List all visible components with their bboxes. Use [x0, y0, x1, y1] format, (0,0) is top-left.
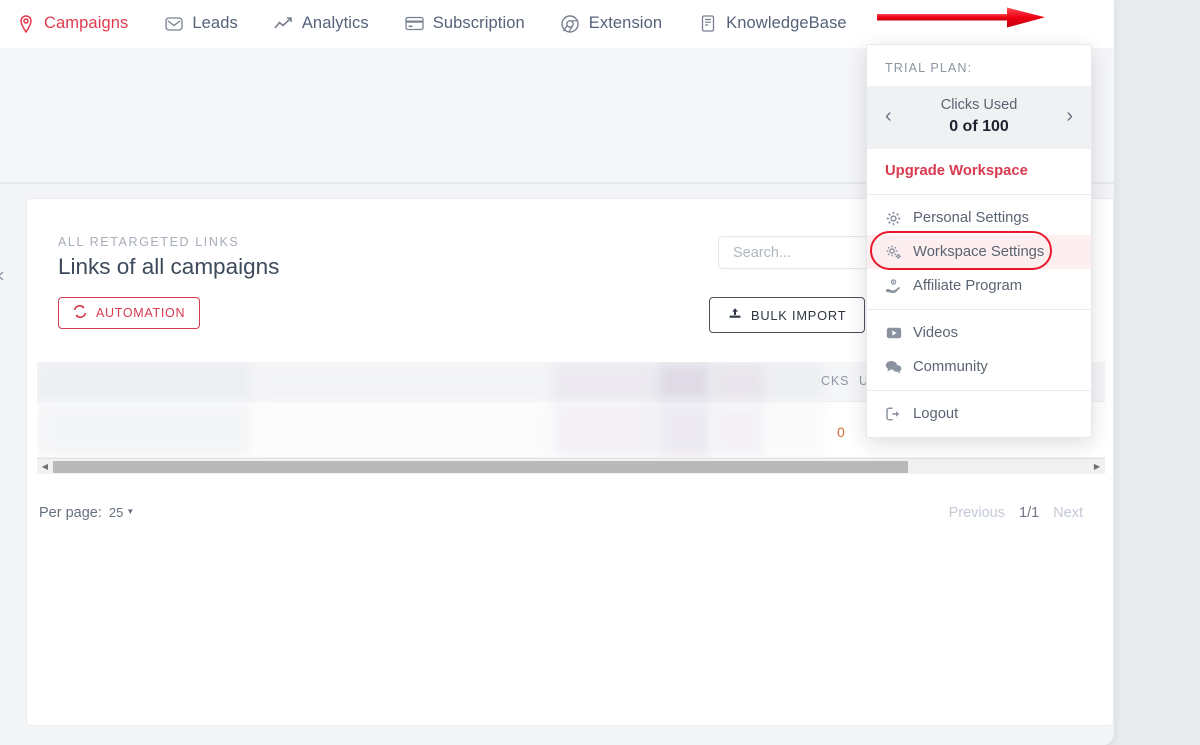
menu-label-logout: Logout [913, 406, 959, 422]
menu-label-personal-settings: Personal Settings [913, 210, 1029, 226]
menu-label-workspace-settings: Workspace Settings [913, 244, 1045, 260]
clicks-used-label: Clicks Used [940, 97, 1018, 113]
dropdown-group-resources: Videos Community [867, 310, 1091, 391]
stepper-next-icon[interactable]: › [1062, 106, 1077, 126]
redacted-block [552, 403, 657, 457]
rail-collapse-icon[interactable] [0, 268, 8, 281]
logout-icon [885, 407, 902, 421]
screen-root: Campaigns Leads Analytics Subscription E… [0, 0, 1200, 745]
hand-money-icon [885, 278, 902, 294]
video-icon [885, 327, 902, 339]
redacted-block [552, 362, 657, 402]
page-indicator: 1/1 [1019, 505, 1040, 521]
menu-item-workspace-settings[interactable]: Workspace Settings [867, 235, 1091, 269]
app-window: Campaigns Leads Analytics Subscription E… [0, 0, 1114, 745]
nav-label-extension: Extension [588, 14, 663, 32]
nav-label-subscription: Subscription [432, 14, 525, 32]
scroll-right-icon[interactable]: ▶ [1089, 462, 1105, 471]
nav-label-campaigns: Campaigns [44, 14, 129, 32]
refresh-icon [73, 305, 87, 321]
nav-item-campaigns[interactable]: Campaigns [0, 8, 146, 39]
dropdown-group-settings: Personal Settings Workspace Settings Aff… [867, 195, 1091, 310]
clicks-used-stepper: ‹ Clicks Used 0 of 100 › [867, 86, 1091, 149]
nav-label-knowledgebase: KnowledgeBase [726, 14, 847, 32]
pin-icon [16, 14, 35, 33]
pagination-controls: Previous 1/1 Next [949, 505, 1083, 521]
menu-item-affiliate-program[interactable]: Affiliate Program [867, 269, 1091, 303]
menu-item-logout[interactable]: Logout [867, 397, 1091, 431]
redacted-block [657, 403, 712, 457]
redacted-block [252, 362, 552, 402]
bulk-import-button[interactable]: BULK IMPORT [709, 297, 866, 333]
stepper-prev-icon[interactable]: ‹ [881, 106, 896, 126]
gears-icon [885, 245, 902, 260]
comments-icon [885, 360, 902, 374]
clicks-used-block: Clicks Used 0 of 100 [896, 96, 1063, 136]
automation-button[interactable]: AUTOMATION [58, 297, 201, 329]
menu-label-affiliate-program: Affiliate Program [913, 278, 1023, 294]
clicks-used-value: 0 of 100 [949, 118, 1009, 135]
redacted-block [37, 403, 252, 457]
trial-plan-label: TRIAL PLAN: [885, 61, 973, 75]
per-page-select[interactable]: 25 ▼ [109, 505, 134, 520]
scrollbar-track[interactable] [53, 459, 1089, 474]
redacted-block [767, 362, 822, 402]
nav-label-leads: Leads [192, 14, 238, 32]
redacted-block [37, 362, 252, 402]
gear-icon [885, 211, 902, 226]
chrome-icon [561, 14, 580, 33]
menu-item-videos[interactable]: Videos [867, 316, 1091, 350]
redacted-block [252, 403, 552, 457]
redacted-block [712, 403, 767, 457]
credit-card-icon [405, 14, 424, 33]
nav-item-subscription[interactable]: Subscription [387, 8, 543, 39]
bulk-import-button-label: BULK IMPORT [751, 307, 847, 323]
redacted-block [657, 362, 712, 402]
scroll-left-icon[interactable]: ◀ [37, 462, 53, 471]
upload-icon [728, 307, 742, 324]
nav-item-leads[interactable]: Leads [146, 8, 255, 39]
nav-item-analytics[interactable]: Analytics [256, 8, 387, 39]
automation-button-label: AUTOMATION [96, 306, 186, 320]
next-page-button[interactable]: Next [1053, 505, 1083, 521]
chart-line-icon [274, 14, 293, 33]
upgrade-workspace-link[interactable]: Upgrade Workspace [867, 149, 1091, 195]
annotation-arrow-icon [873, 4, 1053, 39]
chevron-down-icon: ▼ [126, 507, 135, 516]
nav-item-extension[interactable]: Extension [543, 8, 680, 39]
cell-clicks-value: 0 [837, 424, 845, 440]
nav-item-knowledgebase[interactable]: KnowledgeBase [680, 8, 865, 39]
table-header-clicks: CKS [821, 374, 850, 388]
menu-label-community: Community [913, 359, 988, 375]
menu-label-videos: Videos [913, 325, 958, 341]
account-dropdown-menu: TRIAL PLAN: ‹ Clicks Used 0 of 100 › Upg… [866, 44, 1092, 438]
envelope-icon [164, 14, 183, 33]
dropdown-group-session: Logout [867, 391, 1091, 437]
panel-eyebrow: ALL RETARGETED LINKS [58, 235, 240, 249]
redacted-block [767, 403, 825, 457]
menu-item-personal-settings[interactable]: Personal Settings [867, 201, 1091, 235]
menu-item-community[interactable]: Community [867, 350, 1091, 384]
nav-label-analytics: Analytics [301, 14, 369, 32]
table-horizontal-scrollbar[interactable]: ◀ ▶ [37, 458, 1105, 474]
per-page-control: Per page: 25 ▼ [39, 505, 134, 521]
per-page-value: 25 [108, 505, 124, 520]
page-title: Links of all campaigns [58, 254, 280, 279]
book-icon [698, 14, 717, 33]
previous-page-button[interactable]: Previous [949, 505, 1005, 521]
redacted-block [712, 362, 767, 402]
per-page-label: Per page: [39, 505, 102, 521]
scrollbar-thumb[interactable] [53, 460, 908, 473]
